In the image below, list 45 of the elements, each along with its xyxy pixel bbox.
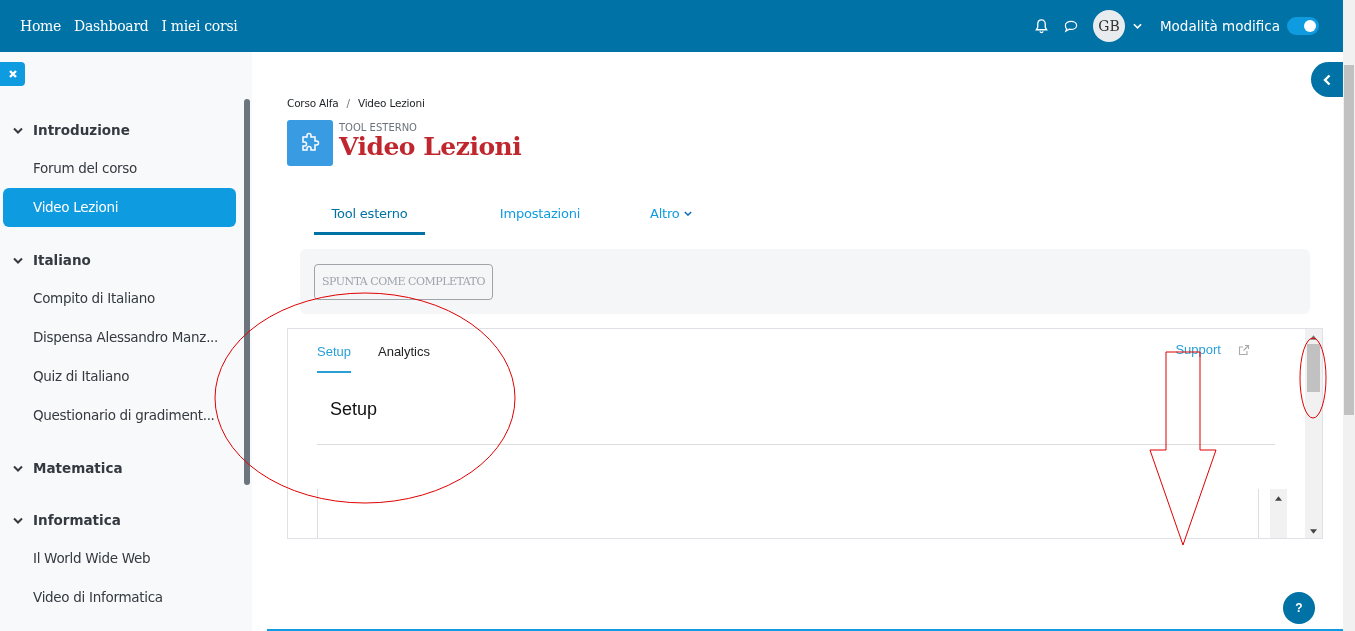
section-title[interactable]: Matematica [33,460,123,476]
section-heading: Setup [330,399,379,420]
drawer-toggle-button[interactable] [1311,62,1343,97]
section-title[interactable]: Italiano [33,252,91,268]
edit-mode-label: Modalità modifica [1159,18,1280,34]
sidebar-item[interactable]: Quiz di Italiano [3,357,236,396]
section-title[interactable]: Informatica [33,512,121,528]
help-button[interactable]: ? [1283,592,1315,624]
nav-link[interactable]: Home [20,18,61,34]
tab[interactable]: Analytics [378,329,430,373]
sidebar-item[interactable]: Questionario di gradiment... [3,396,236,435]
sidebar-item[interactable]: Dispensa Alessandro Manz... [3,318,236,357]
page-title: Video Lezioni [339,133,522,161]
chevron-icon[interactable] [13,256,23,264]
activity-type-label: TOOL ESTERNO [339,122,418,133]
user-avatar[interactable]: GB [1092,10,1125,42]
breadcrumb-link[interactable]: Video Lezioni [357,97,425,109]
nav-link[interactable]: I miei corsi [161,18,238,34]
breadcrumb-separator: / [346,97,350,109]
sidebar-item[interactable]: Forum del corso [3,149,236,188]
close-button[interactable] [0,62,25,86]
edit-mode-switch[interactable] [1287,17,1319,35]
breadcrumb-link[interactable]: Corso Alfa [287,97,339,109]
section-title[interactable]: Introduzione [33,122,130,138]
chevron-icon[interactable] [13,516,23,524]
caret-icon[interactable] [1132,23,1142,29]
scroll-up-icon[interactable] [1275,496,1282,501]
scroll-up-icon[interactable] [1310,335,1317,340]
tab[interactable]: Tool esterno [314,194,425,235]
chevron-left-icon [1323,73,1331,86]
chevron-icon[interactable] [13,126,23,134]
sidebar-item[interactable]: Il World Wide Web [3,539,236,578]
scrollbar-thumb[interactable] [1307,344,1320,392]
close-icon [7,69,18,79]
scroll-down-icon[interactable] [1310,529,1317,534]
chevron-icon[interactable] [13,464,23,472]
external-link-icon [1238,343,1250,356]
sidebar-item[interactable]: Compito di Italiano [3,279,236,318]
sidebar-item[interactable]: Video di Informatica [3,578,236,617]
bell-icon[interactable] [1033,18,1049,34]
scrollbar-thumb[interactable] [244,99,250,485]
nav-link[interactable]: Dashboard [74,18,149,34]
scrollbar-thumb[interactable] [1344,65,1354,415]
puzzle-piece-icon [287,120,333,166]
chat-bubble-icon[interactable] [1062,18,1079,34]
